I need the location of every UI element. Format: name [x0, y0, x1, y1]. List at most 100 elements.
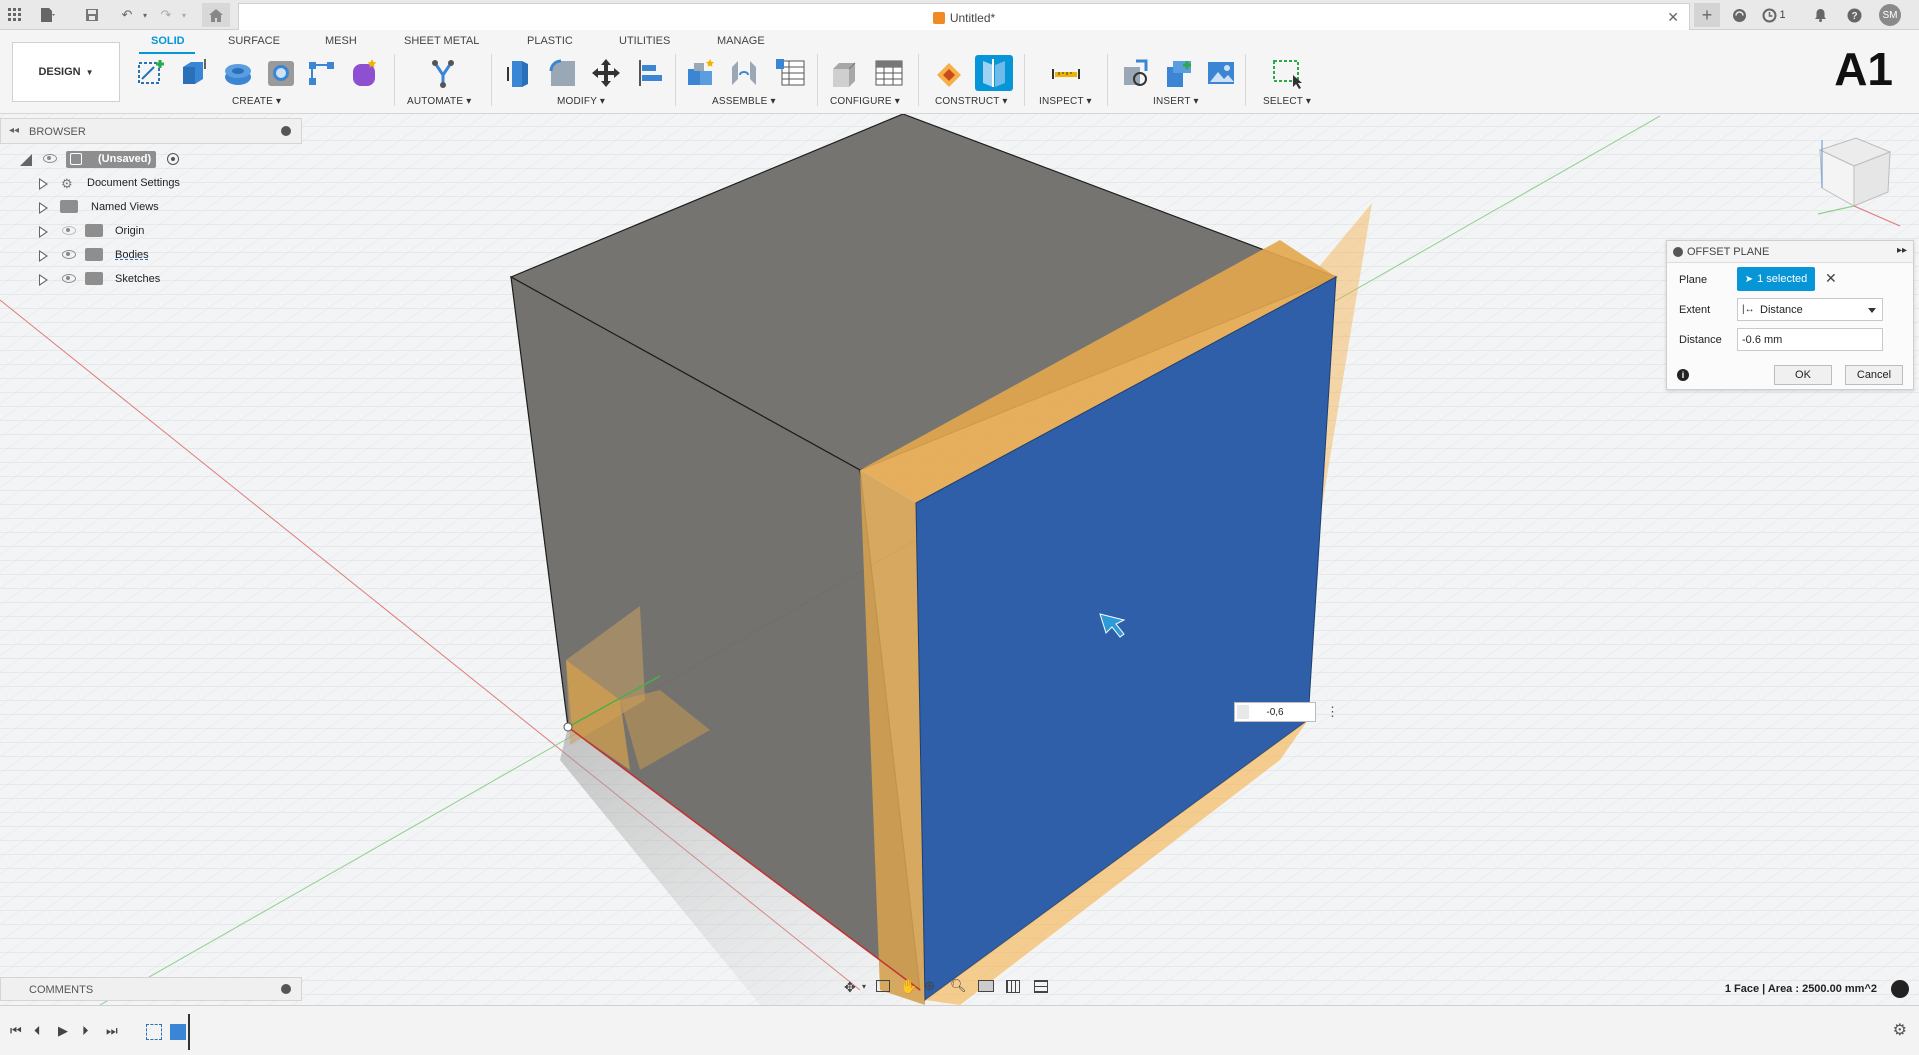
job-status-icon[interactable]: 1 [1760, 6, 1788, 24]
extensions-icon[interactable] [1730, 6, 1748, 24]
tab-sheet-metal[interactable]: SHEET METAL [404, 35, 479, 47]
form-icon[interactable] [348, 57, 380, 89]
insert-derive-icon[interactable] [1120, 57, 1152, 89]
dialog-header[interactable]: OFFSET PLANE ▸▸ [1667, 241, 1913, 263]
play-icon[interactable]: ▶ [58, 1023, 68, 1039]
fillet-icon[interactable] [547, 57, 579, 89]
tree-root-row[interactable]: (Unsaved) [0, 149, 302, 171]
comments-panel[interactable]: COMMENTS [0, 977, 302, 1001]
distance-input[interactable]: -0.6 mm [1737, 328, 1883, 351]
new-tab-icon[interactable]: + [1694, 3, 1720, 27]
redo-dropdown-icon[interactable]: ▾ [175, 6, 193, 24]
offset-plane-icon[interactable] [933, 57, 965, 89]
orbit-dropdown-icon[interactable]: ▾ [862, 982, 866, 991]
pattern-icon[interactable] [306, 57, 338, 89]
ok-button[interactable]: OK [1774, 365, 1832, 385]
go-to-end-icon[interactable]: ⏭ [106, 1023, 118, 1039]
tree-item-bodies[interactable]: Bodies [0, 245, 302, 267]
plane-at-angle-icon[interactable] [975, 55, 1013, 91]
measure-icon[interactable] [1050, 57, 1082, 89]
visibility-eye-icon[interactable] [43, 154, 57, 163]
dialog-expand-icon[interactable]: ▸▸ [1897, 245, 1907, 256]
expand-icon[interactable] [39, 274, 48, 286]
app-grid-icon[interactable] [6, 6, 24, 24]
add-comment-icon[interactable] [281, 984, 291, 994]
joint-icon[interactable] [728, 57, 760, 89]
select-group-label[interactable]: SELECT ▾ [1263, 96, 1311, 107]
move-copy-icon[interactable] [590, 57, 622, 89]
assemble-group-label[interactable]: ASSEMBLE ▾ [712, 96, 776, 107]
tab-utilities[interactable]: UTILITIES [619, 35, 670, 47]
configure-group-label[interactable]: CONFIGURE ▾ [830, 96, 900, 107]
tree-root-expand-icon[interactable] [20, 154, 32, 166]
more-options-icon[interactable]: ⋮ [1326, 704, 1339, 720]
modify-group-label[interactable]: MODIFY ▾ [557, 96, 605, 107]
configuration-table-icon[interactable] [873, 57, 905, 89]
tab-plastic[interactable]: PLASTIC [527, 35, 573, 47]
undo-icon[interactable]: ↶ [118, 6, 136, 24]
collapse-browser-icon[interactable]: ◂◂ [9, 125, 19, 136]
workspace-switcher-button[interactable]: DESIGN ▼ [12, 42, 120, 102]
browser-header[interactable]: ◂◂ BROWSER [0, 118, 302, 144]
window-select-icon[interactable] [1271, 57, 1303, 89]
browser-pin-icon[interactable] [281, 126, 291, 136]
cancel-button[interactable]: Cancel [1845, 365, 1903, 385]
origin-point[interactable] [563, 722, 573, 732]
notifications-bell-icon[interactable] [1811, 6, 1829, 24]
redo-icon[interactable]: ↷ [157, 6, 175, 24]
tree-item-sketches[interactable]: Sketches [0, 269, 302, 291]
zoom-window-icon[interactable]: ⊕ [924, 978, 935, 994]
tree-item-named-views[interactable]: Named Views [0, 197, 302, 219]
help-icon[interactable]: ? [1845, 6, 1863, 24]
step-forward-icon[interactable]: ⏵ [82, 1023, 89, 1039]
expand-icon[interactable] [39, 178, 48, 190]
tab-mesh[interactable]: MESH [325, 35, 357, 47]
user-avatar[interactable]: SM [1879, 4, 1901, 26]
home-icon[interactable] [202, 3, 230, 27]
create-group-label[interactable]: CREATE ▾ [232, 96, 281, 107]
tree-item-origin[interactable]: Origin [0, 221, 302, 243]
status-toggle-icon[interactable] [1891, 980, 1909, 998]
insert-group-label[interactable]: INSERT ▾ [1153, 96, 1199, 107]
go-to-start-icon[interactable]: ⏮ [10, 1023, 22, 1039]
clear-selection-icon[interactable]: ✕ [1825, 270, 1837, 287]
timeline-extrude-icon[interactable] [170, 1024, 186, 1040]
revolve-icon[interactable] [222, 57, 254, 89]
configure-icon[interactable] [829, 57, 861, 89]
viewports-icon[interactable] [1034, 980, 1048, 993]
tab-manage[interactable]: MANAGE [717, 35, 765, 47]
plane-selection-button[interactable]: ➤ 1 selected [1737, 267, 1815, 291]
bill-of-materials-icon[interactable] [774, 57, 806, 89]
timeline-settings-gear-icon[interactable]: ⚙ [1893, 1020, 1907, 1040]
create-sketch-icon[interactable] [136, 57, 168, 89]
automate-group-label[interactable]: AUTOMATE ▾ [407, 96, 471, 107]
expand-icon[interactable] [39, 250, 48, 262]
save-icon[interactable] [83, 6, 101, 24]
insert-canvas-icon[interactable] [1205, 57, 1237, 89]
timeline-marker[interactable] [188, 1014, 190, 1050]
pan-hand-icon[interactable]: ✋ [900, 978, 917, 995]
visibility-eye-icon[interactable] [62, 274, 76, 283]
tab-surface[interactable]: SURFACE [228, 35, 280, 47]
zoom-icon[interactable]: 🔍︎ [950, 978, 967, 994]
info-icon[interactable]: i [1677, 369, 1689, 381]
grid-settings-icon[interactable] [1006, 980, 1020, 993]
hole-icon[interactable] [265, 57, 297, 89]
hidden-eye-icon[interactable] [62, 226, 76, 235]
visibility-eye-icon[interactable] [62, 250, 76, 259]
tree-item-document-settings[interactable]: ⚙ Document Settings [0, 173, 302, 195]
display-settings-icon[interactable] [978, 980, 994, 992]
extrude-icon[interactable] [177, 57, 209, 89]
insert-mcmaster-icon[interactable] [1163, 57, 1195, 89]
expand-icon[interactable] [39, 202, 48, 214]
inspect-group-label[interactable]: INSPECT ▾ [1039, 96, 1092, 107]
expand-icon[interactable] [39, 226, 48, 238]
orbit-icon[interactable]: ✥ [844, 979, 856, 996]
document-tab[interactable]: Untitled* ✕ [238, 3, 1690, 30]
align-icon[interactable] [634, 57, 666, 89]
undo-dropdown-icon[interactable]: ▾ [136, 6, 154, 24]
manipulator-handle[interactable] [1237, 705, 1249, 719]
automate-icon[interactable] [427, 57, 459, 89]
offset-distance-manipulator-input[interactable]: -0,6 [1234, 702, 1316, 722]
step-back-icon[interactable]: ⏴ [34, 1023, 41, 1039]
